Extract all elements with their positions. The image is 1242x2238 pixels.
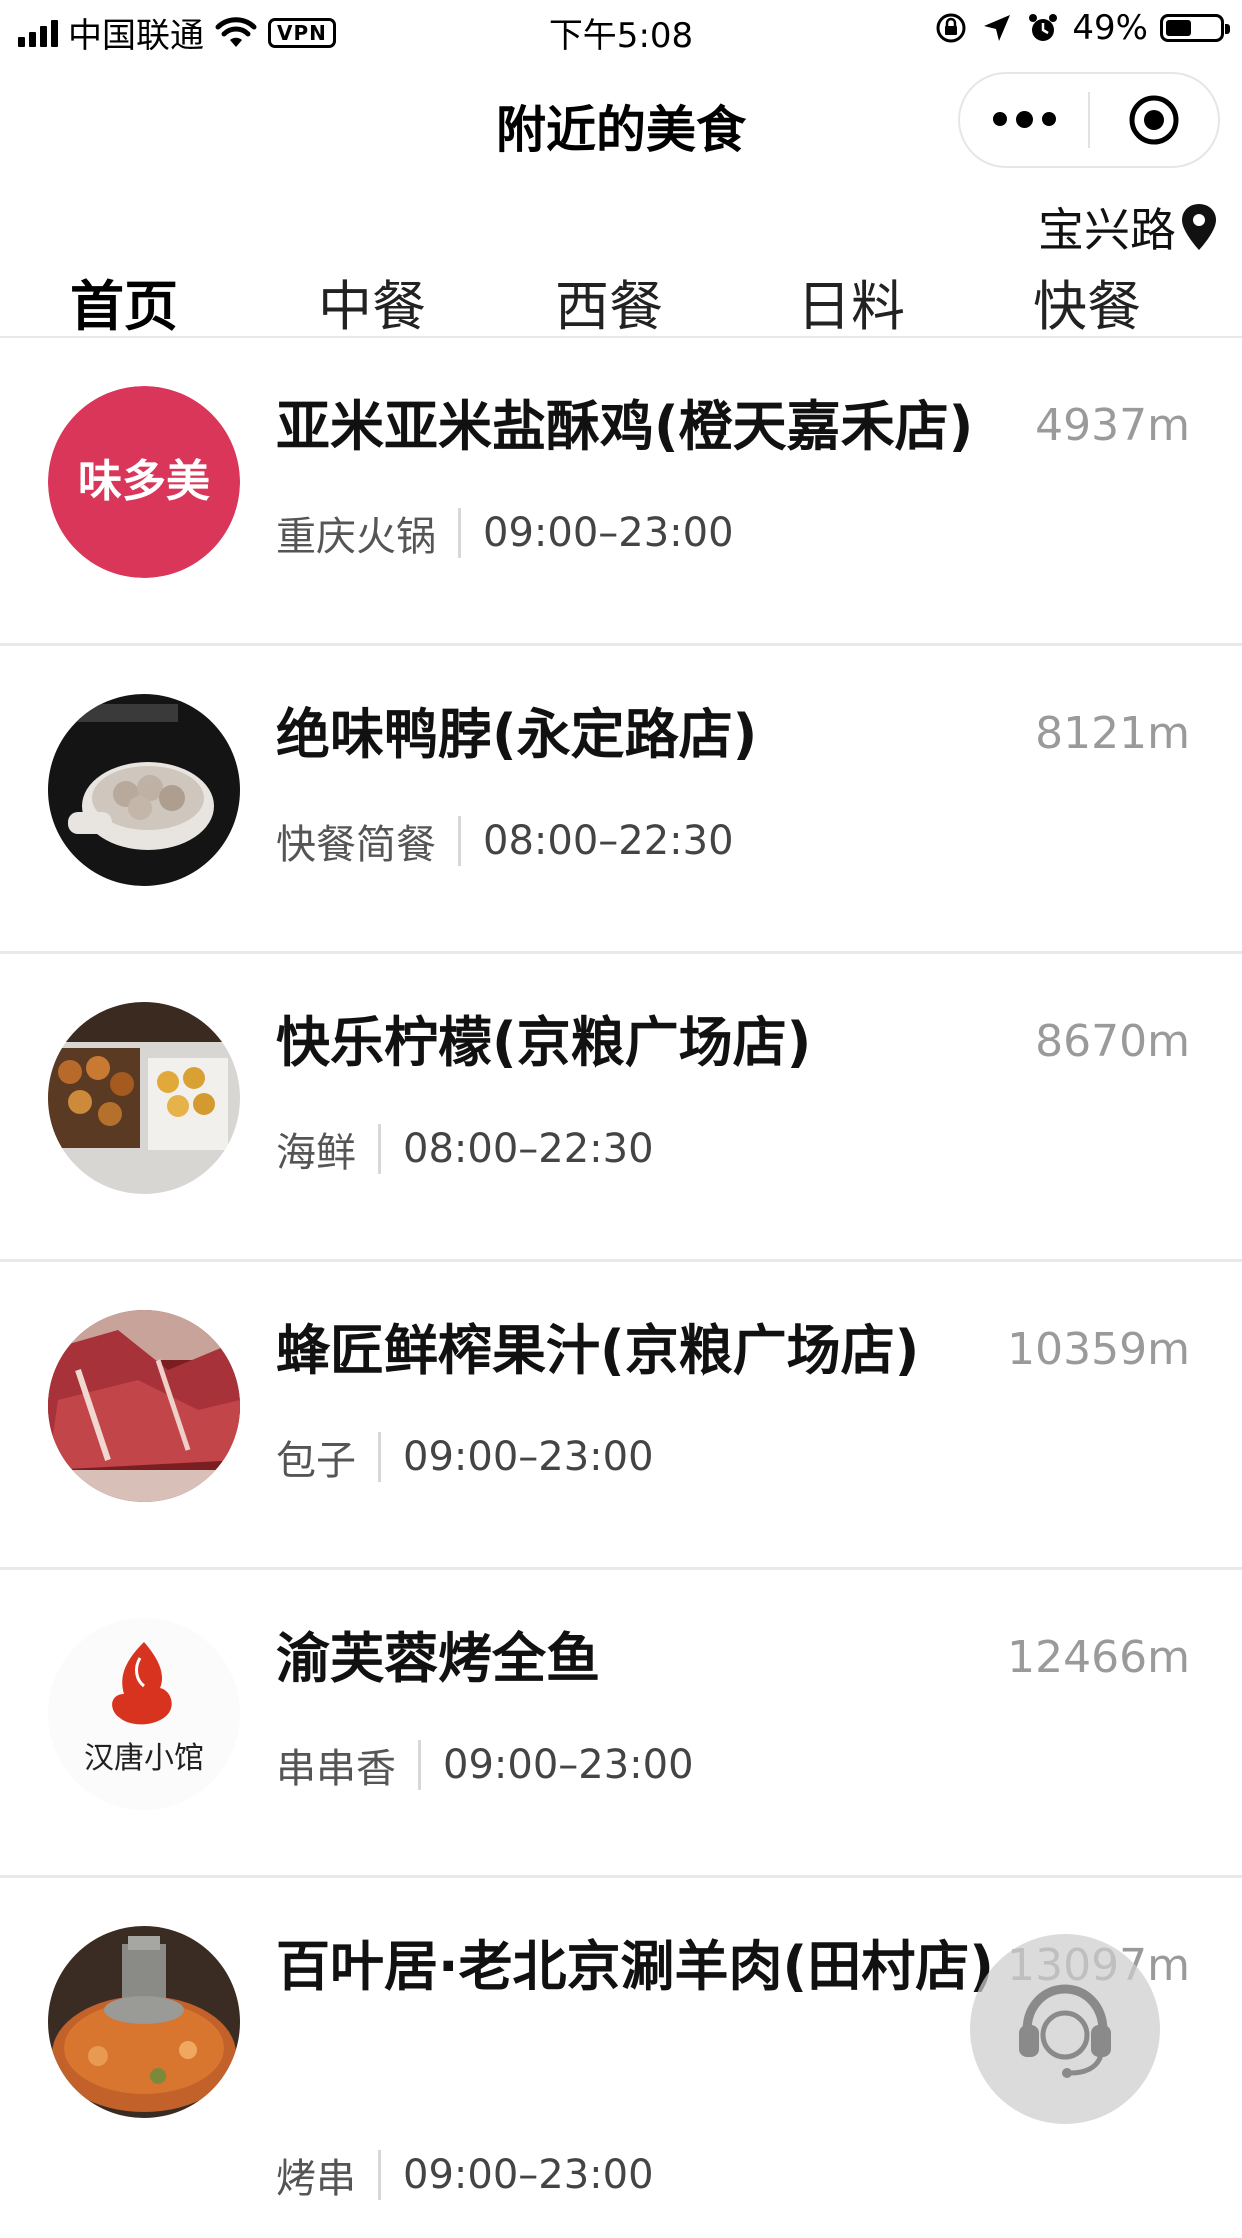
tab-japanese[interactable]: 日料 [797, 262, 905, 341]
restaurant-photo [48, 1002, 240, 1194]
location-arrow-icon [984, 15, 1011, 41]
restaurant-name: 渝芙蓉烤全鱼 [276, 1627, 600, 1690]
restaurant-logo: 汉唐小馆 [48, 1618, 240, 1810]
mini-program-capsule [958, 72, 1220, 168]
restaurant-meta: 海鲜 08:00–22:30 [276, 1120, 654, 1178]
location-label: 宝兴路 [1038, 203, 1176, 257]
restaurant-category: 串串香 [276, 1746, 396, 1792]
restaurant-distance: 8670m [1035, 1016, 1190, 1067]
restaurant-item[interactable]: 蜂匠鲜榨果汁(京粮广场店) 10359m 包子 09:00–23:00 [0, 1262, 1242, 1570]
restaurant-photo [48, 1310, 240, 1502]
restaurant-meta: 重庆火锅 09:00–23:00 [276, 504, 734, 562]
restaurant-category: 烤串 [276, 2156, 356, 2202]
location-pin-icon [1182, 204, 1216, 250]
restaurant-hours: 08:00–22:30 [403, 1126, 654, 1172]
tab-chinese[interactable]: 中餐 [318, 262, 426, 341]
restaurant-meta: 烤串 09:00–23:00 [276, 2146, 654, 2204]
target-icon [1129, 95, 1179, 145]
restaurant-logo: 味多美 [48, 386, 240, 578]
more-dots-icon [992, 111, 1056, 128]
signal-icon [18, 19, 58, 47]
restaurant-distance: 4937m [1035, 400, 1190, 451]
restaurant-name: 绝味鸭脖(永定路店) [276, 703, 758, 766]
restaurant-item[interactable]: 绝味鸭脖(永定路店) 8121m 快餐简餐 08:00–22:30 [0, 646, 1242, 954]
status-left: 中国联通 VPN [18, 8, 336, 57]
orientation-lock-icon [936, 13, 966, 43]
restaurant-item[interactable]: 快乐柠檬(京粮广场店) 8670m 海鲜 08:00–22:30 [0, 954, 1242, 1262]
restaurant-name: 快乐柠檬(京粮广场店) [276, 1011, 812, 1074]
carrier-label: 中国联通 [68, 16, 204, 56]
alarm-icon [1029, 14, 1058, 41]
vpn-badge: VPN [268, 17, 336, 48]
restaurant-category: 快餐简餐 [276, 822, 436, 868]
svg-text:汉唐小馆: 汉唐小馆 [84, 1741, 204, 1776]
restaurant-meta: 串串香 09:00–23:00 [276, 1736, 694, 1794]
tab-home[interactable]: 首页 [70, 262, 178, 341]
restaurant-item[interactable]: 汉唐小馆 渝芙蓉烤全鱼 12466m 串串香 09:00–23:00 [0, 1570, 1242, 1878]
restaurant-hours: 09:00–23:00 [403, 2152, 654, 2198]
battery-percent: 49% [1072, 8, 1148, 48]
restaurant-meta: 快餐简餐 08:00–22:30 [276, 812, 734, 870]
restaurant-photo [48, 694, 240, 886]
restaurant-distance: 12466m [1007, 1632, 1190, 1683]
category-tabs: 首页 中餐 西餐 日料 快餐 [0, 262, 1242, 338]
restaurant-name: 亚米亚米盐酥鸡(橙天嘉禾店) [276, 395, 974, 458]
tab-western[interactable]: 西餐 [555, 262, 663, 341]
restaurant-hours: 08:00–22:30 [483, 818, 734, 864]
restaurant-meta: 包子 09:00–23:00 [276, 1428, 654, 1486]
restaurant-name: 百叶居·老北京涮羊肉(田村店) [276, 1935, 994, 1998]
restaurant-item[interactable]: 味多美 亚米亚米盐酥鸡(橙天嘉禾店) 4937m 重庆火锅 09:00–23:0… [0, 338, 1242, 646]
close-button[interactable] [1090, 72, 1218, 168]
restaurant-category: 海鲜 [276, 1130, 356, 1176]
restaurant-photo [48, 1926, 240, 2118]
headset-icon [1019, 1984, 1111, 2078]
battery-fill [1166, 20, 1191, 36]
more-button[interactable] [960, 72, 1088, 168]
restaurant-hours: 09:00–23:00 [483, 510, 734, 556]
restaurant-category: 包子 [276, 1438, 356, 1484]
battery-icon [1160, 14, 1230, 42]
restaurant-category: 重庆火锅 [276, 514, 436, 560]
restaurant-hours: 09:00–23:00 [403, 1434, 654, 1480]
restaurant-hours: 09:00–23:00 [443, 1742, 694, 1788]
restaurant-distance: 8121m [1035, 708, 1190, 759]
restaurant-name: 蜂匠鲜榨果汁(京粮广场店) [276, 1319, 920, 1382]
wifi-icon [215, 16, 257, 47]
restaurant-distance: 10359m [1007, 1324, 1190, 1375]
nav-bar: 附近的美食 [0, 62, 1242, 182]
svg-text:味多美: 味多美 [78, 456, 210, 507]
status-bar: 中国联通 VPN 下午5:08 49% [0, 0, 1242, 62]
customer-service-button[interactable] [970, 1934, 1160, 2124]
tab-fastfood[interactable]: 快餐 [1033, 262, 1141, 341]
status-right: 49% [934, 8, 1230, 48]
location-selector[interactable]: 宝兴路 [1038, 194, 1218, 260]
